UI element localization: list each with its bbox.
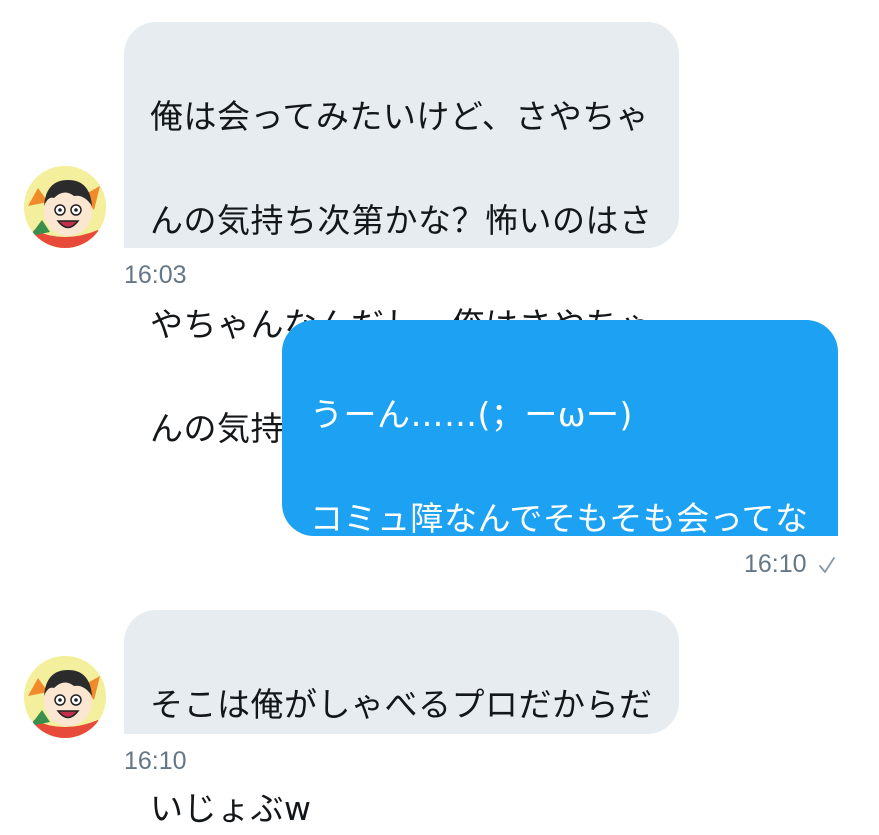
timestamp: 16:03 — [124, 261, 187, 289]
avatar[interactable] — [24, 656, 106, 738]
message-line: いじょぶw — [150, 789, 312, 828]
message-line: うーん……(；ーωー) — [310, 395, 633, 434]
avatar-character-icon — [24, 166, 106, 248]
timestamp: 16:10 — [124, 747, 187, 775]
message-line: コミュ障なんでそもそも会ってな — [310, 499, 809, 538]
timestamp: 16:10 — [744, 550, 807, 578]
message-line: りますしね…… — [310, 759, 545, 798]
avatar-character-icon — [24, 656, 106, 738]
message-line: 俺は会ってみたいけど、さやちゃ — [150, 97, 650, 136]
message-line: そこは俺がしゃべるプロだからだ — [150, 685, 653, 724]
message-line: んの気持ち次第かな？怖いのはさ — [150, 201, 653, 240]
message-bubble-outgoing[interactable]: うーん……(；ーωー) コミュ障なんでそもそも会ってな にを話せばいいのかってい… — [282, 320, 838, 798]
message-bubble-incoming[interactable]: そこは俺がしゃべるプロだからだ いじょぶw — [124, 610, 679, 828]
avatar[interactable] — [24, 166, 106, 248]
message-bubble-incoming[interactable]: 俺は会ってみたいけど、さやちゃ んの気持ち次第かな？怖いのはさ やちゃんなんだし… — [124, 22, 679, 448]
checkmark-icon — [819, 557, 835, 573]
